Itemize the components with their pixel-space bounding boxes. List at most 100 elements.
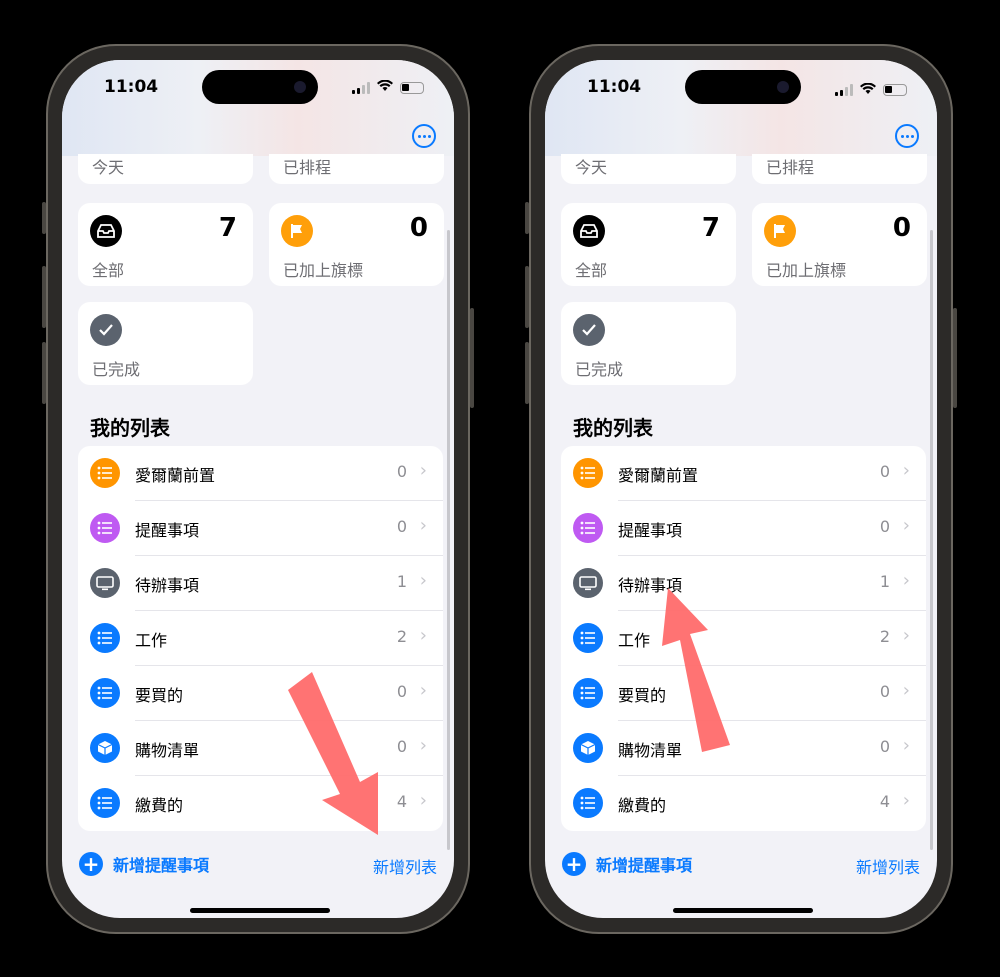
list-icon (573, 458, 603, 488)
list-item-name: 愛爾蘭前置 (135, 466, 216, 485)
list-item-name: 提醒事項 (618, 521, 683, 540)
list-item-name: 購物清單 (618, 741, 683, 760)
list-item[interactable]: 購物清單 0 › (78, 721, 443, 776)
card-label: 已排程 (283, 158, 332, 177)
chevron-right-icon: › (902, 460, 910, 481)
status-icons (352, 79, 424, 96)
list-item[interactable]: 繳費的 4 › (78, 776, 443, 831)
chevron-right-icon: › (419, 625, 427, 646)
add-list-button[interactable]: 新增列表 (856, 854, 920, 878)
smart-list-all[interactable]: 7 全部 (561, 203, 736, 286)
list-icon (90, 513, 120, 543)
list-item-count: 1 (396, 572, 407, 591)
home-indicator[interactable] (673, 908, 813, 913)
new-reminder-button[interactable]: + 新增提醒事項 (562, 852, 692, 876)
home-indicator[interactable] (190, 908, 330, 913)
screen: 11:04 今天 已排程 7 全部 0 已加上旗標 已完成 我的列表 愛爾蘭前置… (62, 60, 454, 918)
list-item[interactable]: 要買的 0 › (561, 666, 926, 721)
status-time: 11:04 (104, 77, 159, 97)
list-item-count: 2 (879, 627, 890, 646)
box-icon (90, 733, 120, 763)
smart-list-completed[interactable]: 已完成 (561, 302, 736, 385)
wifi-icon (377, 79, 393, 96)
chevron-right-icon: › (902, 625, 910, 646)
smart-list-scheduled[interactable]: 已排程 (752, 154, 927, 184)
card-label: 已加上旗標 (766, 261, 847, 280)
new-reminder-button[interactable]: + 新增提醒事項 (79, 852, 209, 876)
list-item[interactable]: 愛爾蘭前置 0 › (561, 446, 926, 501)
wifi-icon (860, 80, 876, 99)
list-item[interactable]: 工作 2 › (561, 611, 926, 666)
list-item-name: 要買的 (135, 686, 184, 705)
list-item-count: 0 (879, 517, 890, 536)
list-item[interactable]: 繳費的 4 › (561, 776, 926, 831)
chevron-right-icon: › (419, 515, 427, 536)
list-item-name: 工作 (135, 631, 168, 650)
smart-list-today[interactable]: 今天 (78, 154, 253, 184)
monitor-icon (90, 568, 120, 598)
dynamic-island (202, 70, 318, 104)
list-item[interactable]: 待辦事項 1 › (561, 556, 926, 611)
list-item-name: 購物清單 (135, 741, 200, 760)
list-icon (90, 458, 120, 488)
list-item-name: 繳費的 (618, 796, 667, 815)
card-label: 今天 (92, 158, 125, 177)
list-item[interactable]: 工作 2 › (78, 611, 443, 666)
list-item-name: 繳費的 (135, 796, 184, 815)
my-lists: 愛爾蘭前置 0 › 提醒事項 0 › 待辦事項 1 › 工作 2 › 要買的 0 › 購物清單 0 › 繳費的 4 › (78, 446, 443, 831)
more-options-button[interactable] (412, 124, 436, 148)
chevron-right-icon: › (419, 790, 427, 811)
smart-list-flagged[interactable]: 0 已加上旗標 (752, 203, 927, 286)
card-count: 7 (701, 213, 720, 243)
list-item[interactable]: 購物清單 0 › (561, 721, 926, 776)
chevron-right-icon: › (902, 515, 910, 536)
tray-icon (90, 215, 122, 247)
list-item[interactable]: 提醒事項 0 › (78, 501, 443, 556)
list-item-count: 0 (396, 462, 407, 481)
card-count: 0 (892, 213, 911, 243)
list-item-count: 2 (396, 627, 407, 646)
more-options-button[interactable] (895, 124, 919, 148)
box-icon (573, 733, 603, 763)
list-item-count: 0 (396, 682, 407, 701)
list-icon (90, 678, 120, 708)
list-item[interactable]: 待辦事項 1 › (78, 556, 443, 611)
list-icon (90, 623, 120, 653)
phone-frame-left: 11:04 今天 已排程 7 全部 0 已加上旗標 已完成 我的列表 愛爾蘭前置… (42, 44, 474, 934)
card-label: 全部 (575, 261, 608, 280)
checkmark-icon (573, 314, 605, 346)
chevron-right-icon: › (902, 735, 910, 756)
smart-list-all[interactable]: 7 全部 (78, 203, 253, 286)
card-label: 已完成 (575, 360, 624, 379)
card-label: 全部 (92, 261, 125, 280)
card-count: 7 (218, 213, 237, 243)
smart-list-scheduled[interactable]: 已排程 (269, 154, 444, 184)
card-label: 已加上旗標 (283, 261, 364, 280)
smart-list-today[interactable]: 今天 (561, 154, 736, 184)
flag-icon (281, 215, 313, 247)
plus-icon: + (79, 852, 103, 876)
card-label: 已排程 (766, 158, 815, 177)
scrollbar[interactable] (930, 230, 933, 850)
list-item[interactable]: 提醒事項 0 › (561, 501, 926, 556)
list-item-name: 愛爾蘭前置 (618, 466, 699, 485)
list-item-name: 提醒事項 (135, 521, 200, 540)
battery-icon (400, 82, 424, 94)
card-label: 今天 (575, 158, 608, 177)
chevron-right-icon: › (419, 570, 427, 591)
add-list-button[interactable]: 新增列表 (373, 854, 437, 878)
list-item-count: 4 (396, 792, 407, 811)
smart-list-completed[interactable]: 已完成 (78, 302, 253, 385)
list-item[interactable]: 要買的 0 › (78, 666, 443, 721)
tray-icon (573, 215, 605, 247)
list-icon (573, 788, 603, 818)
smart-list-flagged[interactable]: 0 已加上旗標 (269, 203, 444, 286)
flag-icon (764, 215, 796, 247)
phone-frame-right: 11:04 今天 已排程 7 全部 0 已加上旗標 已完成 我的列表 愛爾蘭前置… (525, 44, 957, 934)
list-icon (90, 788, 120, 818)
list-item[interactable]: 愛爾蘭前置 0 › (78, 446, 443, 501)
list-item-count: 1 (879, 572, 890, 591)
scrollbar[interactable] (447, 230, 450, 850)
chevron-right-icon: › (902, 680, 910, 701)
list-item-name: 待辦事項 (135, 576, 200, 595)
